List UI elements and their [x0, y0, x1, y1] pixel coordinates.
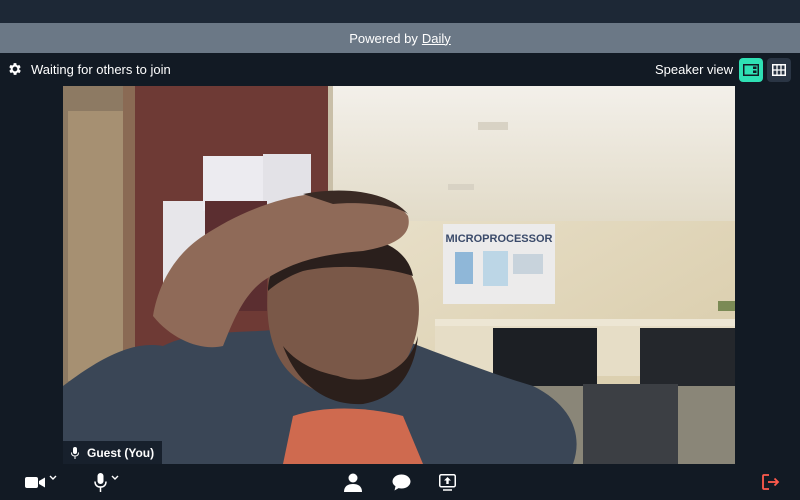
- grid-view-button[interactable]: [767, 58, 791, 82]
- microphone-icon: [71, 446, 79, 459]
- participant-name: Guest (You): [87, 445, 155, 460]
- microphone-button[interactable]: [94, 470, 119, 494]
- speaker-view-icon: [743, 64, 759, 76]
- poster-text: MICROPROCESSOR: [446, 233, 553, 245]
- camera-button[interactable]: [25, 470, 57, 494]
- chevron-down-icon[interactable]: [49, 475, 57, 481]
- video-tile: MICROPROCESSOR: [63, 86, 735, 464]
- chat-icon: [392, 474, 411, 490]
- participant-name-tag: Guest (You): [63, 441, 162, 464]
- microphone-icon: [94, 472, 107, 492]
- screenshare-button[interactable]: [439, 470, 456, 494]
- top-strip: [0, 0, 800, 23]
- screenshare-icon: [439, 473, 456, 491]
- gear-icon[interactable]: [7, 61, 23, 77]
- call-toolbar: [0, 464, 800, 500]
- powered-by-text: Powered by: [349, 30, 418, 46]
- leave-icon: [762, 474, 780, 490]
- grid-view-icon: [772, 64, 786, 76]
- chevron-down-icon[interactable]: [111, 475, 119, 481]
- camera-feed: MICROPROCESSOR: [63, 86, 735, 464]
- powered-by-banner: Powered by Daily: [0, 23, 800, 53]
- camera-icon: [25, 476, 45, 488]
- people-button[interactable]: [344, 470, 362, 494]
- daily-link[interactable]: Daily: [422, 31, 451, 46]
- call-header: Waiting for others to join Speaker view: [0, 53, 800, 86]
- people-icon: [344, 473, 362, 492]
- chat-button[interactable]: [392, 470, 411, 494]
- view-mode-label: Speaker view: [655, 62, 734, 77]
- waiting-status: Waiting for others to join: [31, 62, 171, 77]
- speaker-view-button[interactable]: [739, 58, 763, 82]
- leave-button[interactable]: [762, 470, 780, 494]
